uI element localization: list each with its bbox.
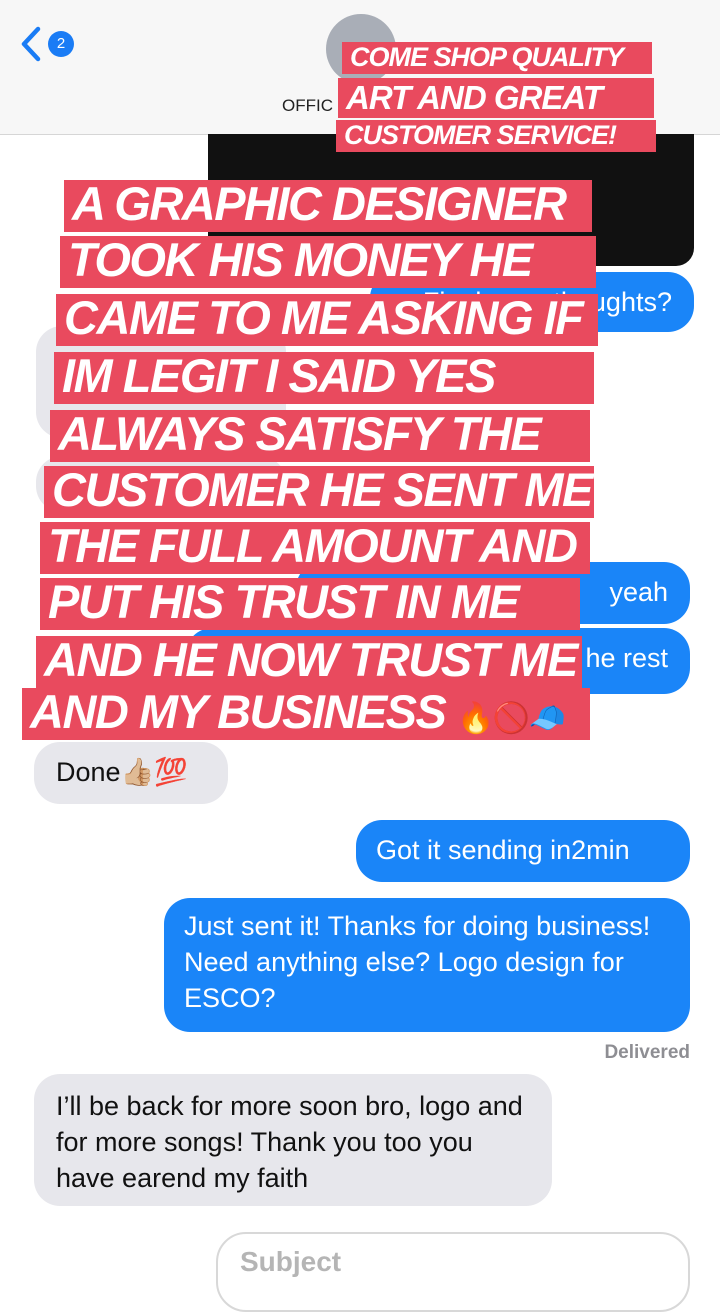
unread-count-badge: 2 <box>48 31 74 57</box>
main-caption-line-6: CUSTOMER HE SENT ME <box>44 466 594 518</box>
subject-input-placeholder[interactable]: Subject <box>240 1246 341 1278</box>
back-button[interactable]: 2 <box>20 26 74 62</box>
main-caption-line-10: AND MY BUSINESS 🔥🚫🧢 <box>22 688 590 740</box>
message-bubble-just-sent: Just sent it! Thanks for doing business!… <box>164 898 690 1032</box>
main-caption-line-4: IM LEGIT I SAID YES <box>54 352 594 404</box>
message-bubble-ill-be-back: I’ll be back for more soon bro, logo and… <box>34 1074 552 1206</box>
main-caption-line-8: PUT HIS TRUST IN ME <box>40 578 580 630</box>
contact-name[interactable]: OFFIC <box>282 96 333 116</box>
top-caption-line-2: ART AND GREAT <box>338 78 654 118</box>
main-caption-line-9: AND HE NOW TRUST ME <box>36 636 582 688</box>
main-caption-line-1: A GRAPHIC DESIGNER <box>64 180 592 232</box>
main-caption-line-10-text: AND MY BUSINESS <box>30 685 447 738</box>
message-bubble-done: Done👍🏼💯 <box>34 742 228 804</box>
fire-no-cap-emoji: 🔥🚫🧢 <box>456 702 566 735</box>
main-caption-line-2: TOOK HIS MONEY HE <box>60 236 596 288</box>
compose-field[interactable]: Subject <box>216 1232 690 1312</box>
chevron-left-icon <box>21 26 41 62</box>
main-caption-line-5: ALWAYS SATISFY THE <box>50 410 590 462</box>
top-caption-line-1: COME SHOP QUALITY <box>342 42 652 74</box>
main-caption-line-7: THE FULL AMOUNT AND <box>40 522 590 574</box>
main-caption-line-3: CAME TO ME ASKING IF <box>56 294 598 346</box>
top-caption-line-3: CUSTOMER SERVICE! <box>336 120 656 152</box>
message-bubble-got-it: Got it sending in2min <box>356 820 690 882</box>
delivered-status: Delivered <box>604 1042 690 1063</box>
